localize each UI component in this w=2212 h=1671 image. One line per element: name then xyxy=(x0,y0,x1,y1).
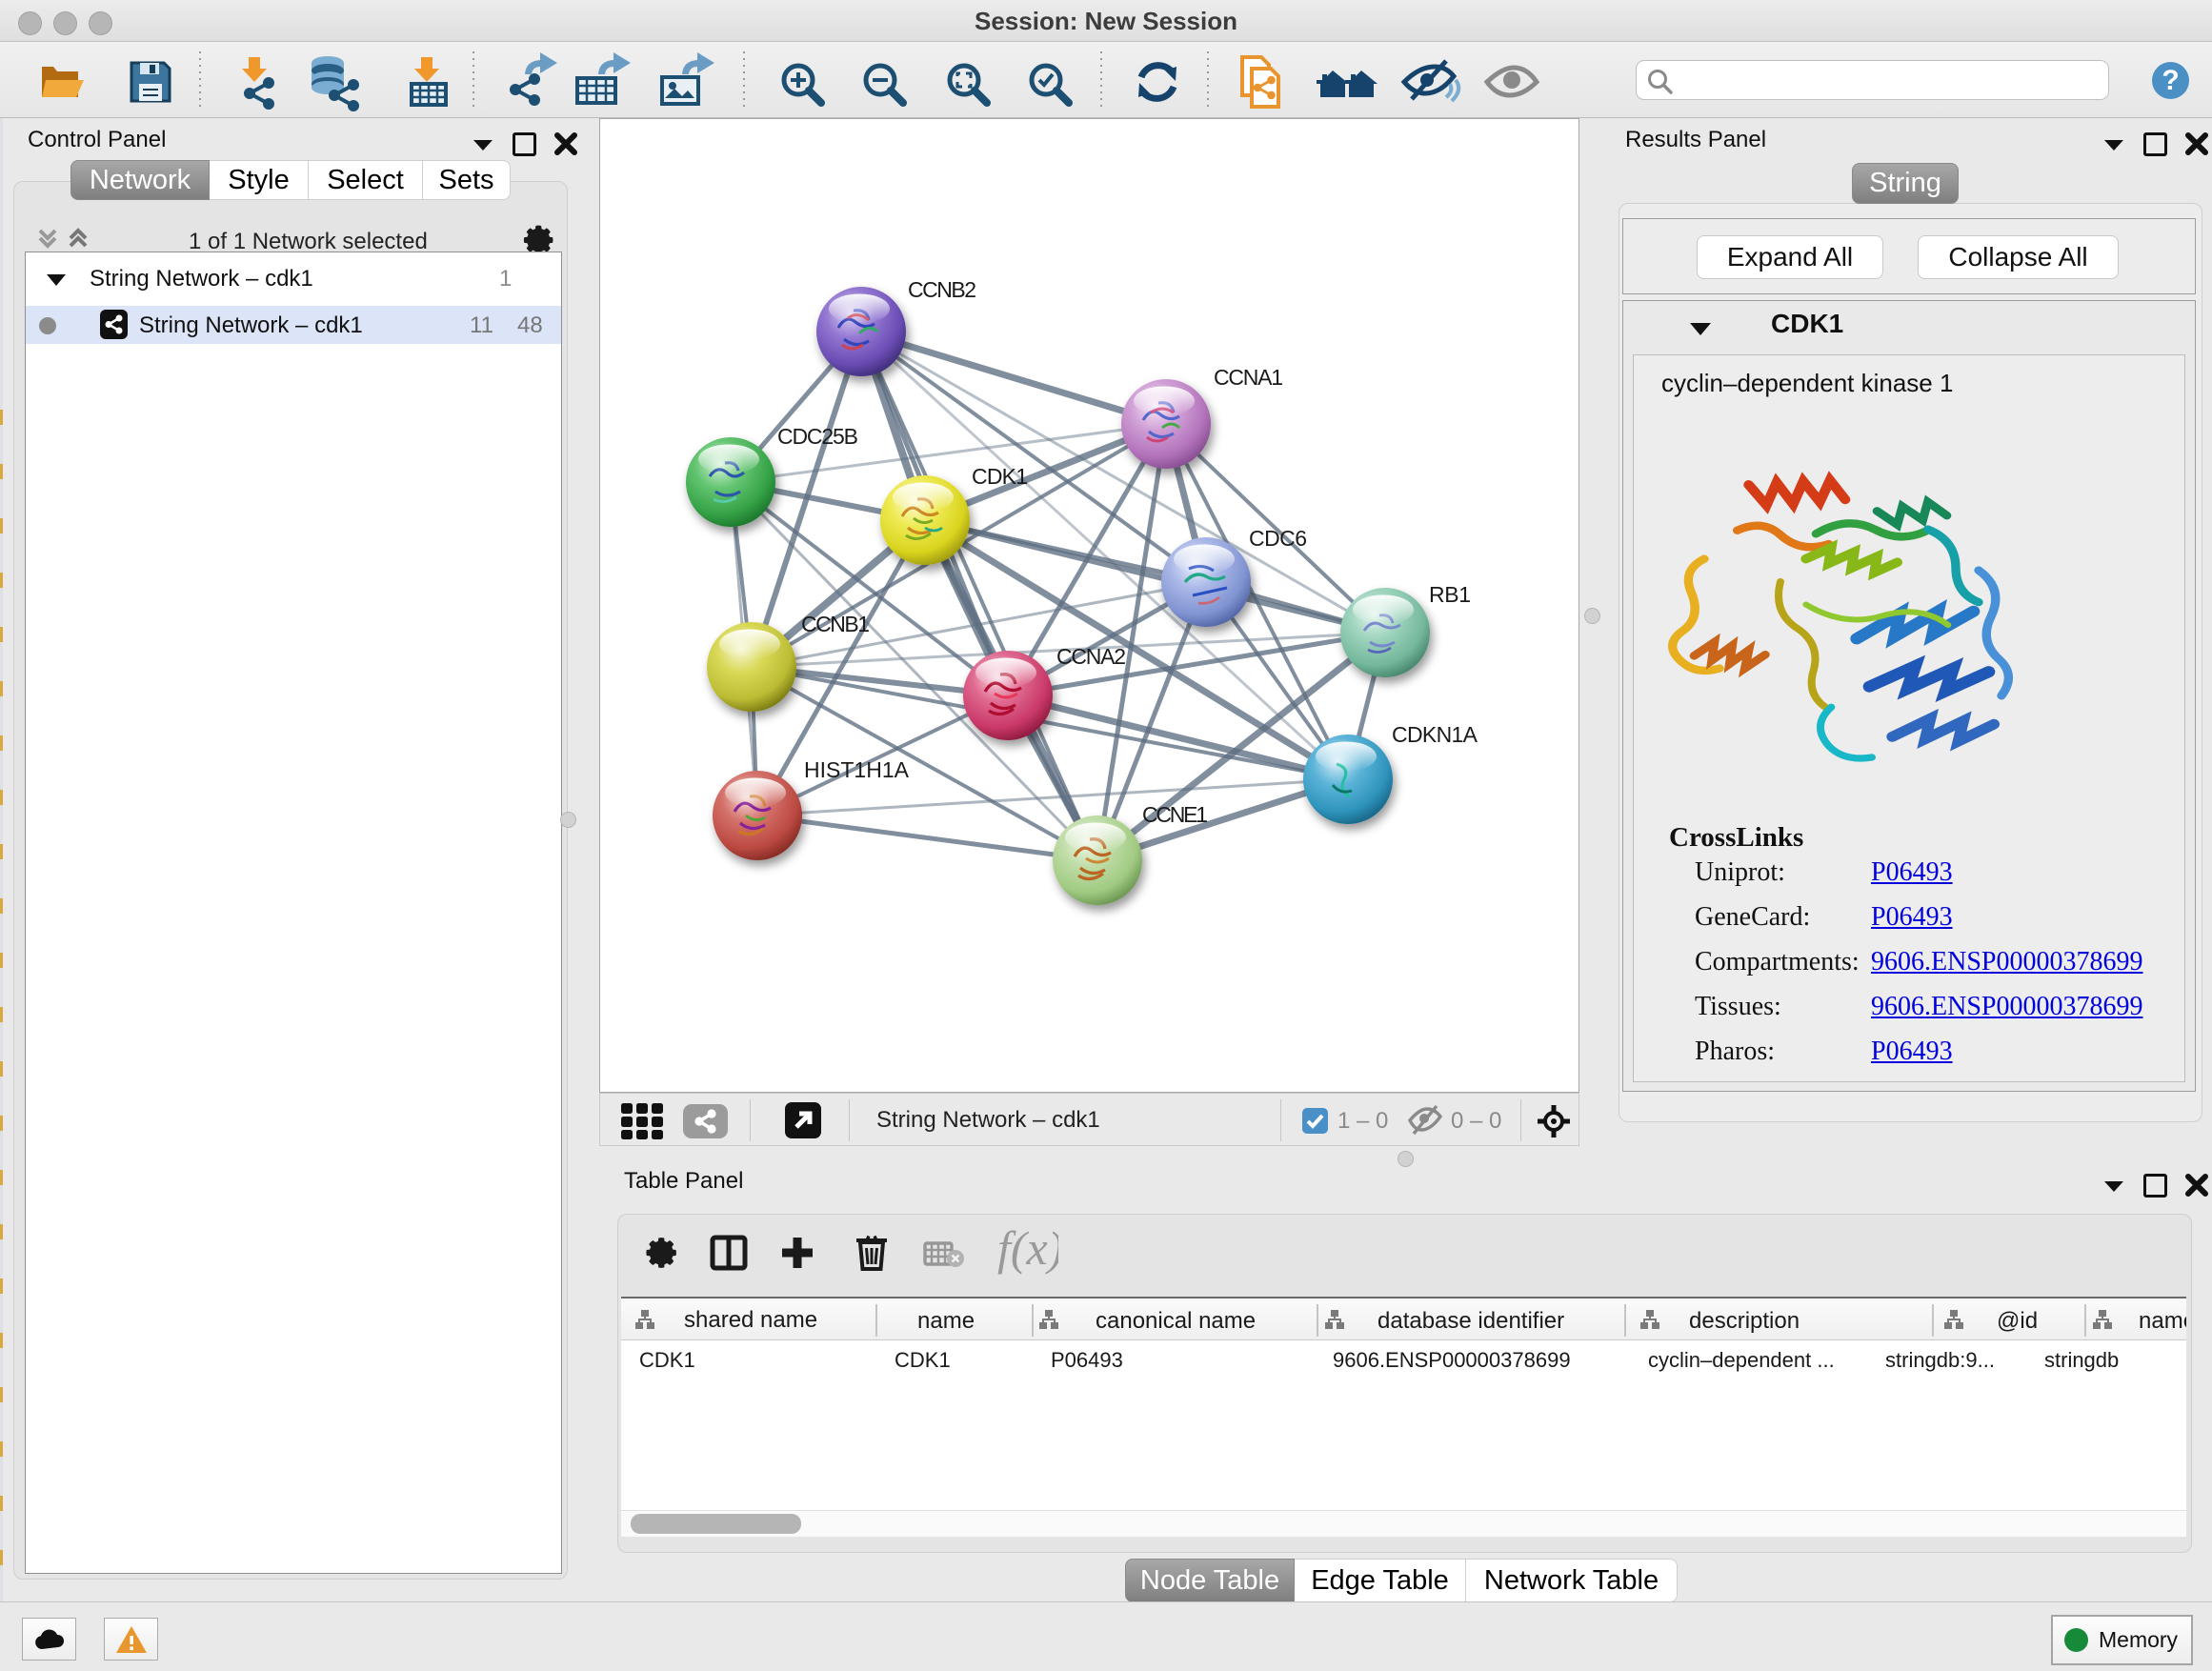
svg-text:@id: @id xyxy=(1997,1308,2038,1334)
svg-text:CDC6: CDC6 xyxy=(1249,526,1307,551)
svg-text:RB1: RB1 xyxy=(1429,582,1471,607)
svg-text:namespac: namespac xyxy=(2139,1308,2186,1334)
svg-text:CCNB1: CCNB1 xyxy=(801,612,870,636)
svg-text:shared name: shared name xyxy=(684,1307,817,1333)
svg-text:CDKN1A: CDKN1A xyxy=(1392,722,1478,747)
svg-text:canonical name: canonical name xyxy=(1096,1308,1256,1334)
svg-text:CCNA2: CCNA2 xyxy=(1056,644,1126,669)
svg-text:CCNE1: CCNE1 xyxy=(1142,802,1208,827)
svg-text:CCNB2: CCNB2 xyxy=(908,277,976,302)
svg-text:CDK1: CDK1 xyxy=(972,464,1028,489)
svg-text:database identifier: database identifier xyxy=(1377,1308,1564,1334)
svg-text:CDC25B: CDC25B xyxy=(777,424,858,449)
svg-text:HIST1H1A: HIST1H1A xyxy=(804,757,910,782)
svg-text:name: name xyxy=(917,1308,975,1334)
svg-text:CCNA1: CCNA1 xyxy=(1214,365,1283,390)
svg-text:description: description xyxy=(1689,1308,1800,1334)
svg-text:f(x): f(x) xyxy=(997,1228,1058,1275)
